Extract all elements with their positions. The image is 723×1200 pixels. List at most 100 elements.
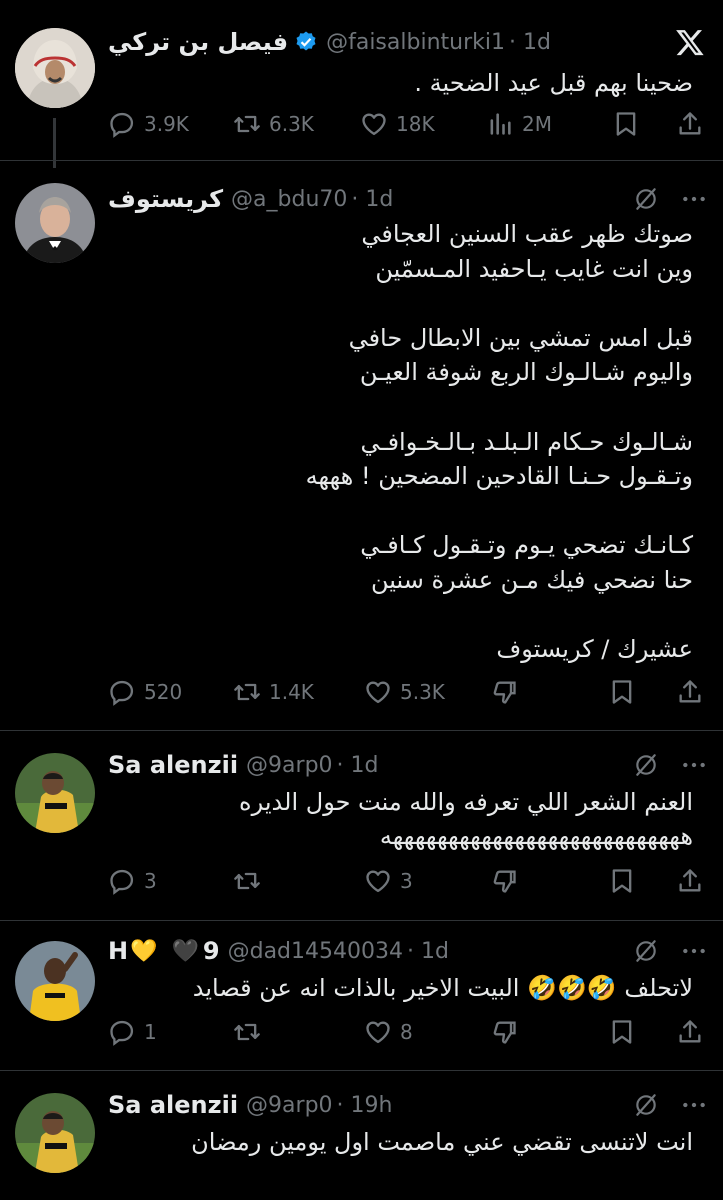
downvote-button[interactable] [490, 1018, 518, 1046]
like-count: 8 [400, 1020, 413, 1044]
avatar-player-image [15, 941, 95, 1021]
like-icon [360, 110, 388, 138]
avatar-portrait-image [15, 28, 95, 108]
avatar[interactable] [15, 941, 95, 1021]
downvote-icon [490, 1018, 518, 1046]
reply-tweet[interactable]: Sa alenzii @9arp0 · 1d العنم الشعر اللي … [0, 731, 723, 921]
author-handle[interactable]: @a_bdu70 [231, 187, 347, 212]
more-icon[interactable] [681, 186, 707, 212]
reply-button[interactable]: 520 [108, 678, 182, 706]
grok-icon[interactable] [633, 938, 659, 964]
author-name-suffix: 9 [202, 937, 220, 965]
like-button[interactable]: 18K [360, 110, 435, 138]
bookmark-button[interactable] [608, 867, 636, 895]
retweet-count: 1.4K [269, 680, 314, 704]
timestamp[interactable]: · 1d [407, 939, 449, 964]
black-heart-emoji: 🖤 [171, 938, 199, 964]
timestamp[interactable]: · 1d [337, 753, 379, 778]
retweet-icon [233, 110, 261, 138]
downvote-button[interactable] [490, 867, 518, 895]
share-icon [676, 1018, 704, 1046]
reply-icon [108, 678, 136, 706]
reply-tweet[interactable]: H 💛 🖤 9 @dad14540034 · 1d لاتحلف 🤣🤣🤣 الب… [0, 921, 723, 1071]
reply-count: 520 [144, 680, 183, 704]
share-button[interactable] [676, 110, 704, 138]
like-count: 3 [400, 869, 413, 893]
reply-button[interactable]: 3.9K [108, 110, 189, 138]
author-name[interactable]: Sa alenzii [108, 1091, 238, 1119]
reply-count: 3 [144, 869, 157, 893]
bookmark-button[interactable] [612, 110, 640, 138]
like-icon [364, 867, 392, 895]
retweet-count: 6.3K [269, 112, 314, 136]
retweet-button[interactable] [233, 1018, 261, 1046]
downvote-icon [490, 867, 518, 895]
downvote-button[interactable] [490, 678, 518, 706]
views-icon [486, 110, 514, 138]
retweet-icon [233, 1018, 261, 1046]
tweet-text: العنم الشعر اللي تعرفه والله منت حول الد… [239, 788, 693, 850]
grok-icon[interactable] [633, 1092, 659, 1118]
more-icon[interactable] [681, 752, 707, 778]
more-icon[interactable] [681, 1092, 707, 1118]
like-count: 5.3K [400, 680, 445, 704]
yellow-heart-emoji: 💛 [130, 938, 158, 964]
author-handle[interactable]: @9arp0 [246, 753, 333, 778]
share-icon [676, 678, 704, 706]
reply-icon [108, 110, 136, 138]
tweet-main[interactable]: فيصل بن تركي @faisalbinturki1 · 1d ضحينا… [0, 0, 723, 168]
bookmark-icon [608, 1018, 636, 1046]
views-count: 2M [522, 112, 552, 136]
views-button[interactable]: 2M [486, 110, 552, 138]
reply-icon [108, 1018, 136, 1046]
author-name[interactable]: Sa alenzii [108, 751, 238, 779]
avatar-portrait-image [15, 183, 95, 263]
reply-count: 3.9K [144, 112, 189, 136]
reply-count: 1 [144, 1020, 157, 1044]
reply-tweet[interactable]: Sa alenzii @9arp0 · 19h انت لاتنسى تقضي … [0, 1071, 723, 1200]
like-icon [364, 678, 392, 706]
share-button[interactable] [676, 1018, 704, 1046]
share-button[interactable] [676, 867, 704, 895]
tweet-text: انت لاتنسى تقضي عني ماصمت اول يومين رمضا… [191, 1128, 693, 1156]
like-button[interactable]: 3 [364, 867, 413, 895]
avatar[interactable] [15, 183, 95, 263]
author-handle[interactable]: @dad14540034 [228, 939, 403, 964]
bookmark-button[interactable] [608, 1018, 636, 1046]
avatar[interactable] [15, 1093, 95, 1173]
tweet-text: صوتك ظهر عقب السنين العجافي وين انت غايب… [305, 220, 693, 664]
timestamp[interactable]: · 1d [509, 30, 551, 55]
author-name[interactable]: H [108, 937, 128, 965]
tweet-text: ضحينا بهم قبل عيد الضحية . [414, 69, 693, 97]
share-icon [676, 110, 704, 138]
more-icon[interactable] [681, 938, 707, 964]
retweet-icon [233, 867, 261, 895]
avatar[interactable] [15, 753, 95, 833]
author-name[interactable]: كريستوف [108, 185, 223, 213]
bookmark-button[interactable] [608, 678, 636, 706]
share-icon [676, 867, 704, 895]
like-icon [364, 1018, 392, 1046]
downvote-icon [490, 678, 518, 706]
retweet-button[interactable]: 1.4K [233, 678, 314, 706]
timestamp[interactable]: · 1d [351, 187, 393, 212]
share-button[interactable] [676, 678, 704, 706]
avatar[interactable] [15, 28, 95, 108]
x-logo-icon[interactable] [675, 27, 705, 57]
retweet-button[interactable]: 6.3K [233, 110, 314, 138]
author-name[interactable]: فيصل بن تركي [108, 28, 288, 56]
like-button[interactable]: 5.3K [364, 678, 445, 706]
timestamp[interactable]: · 19h [337, 1093, 393, 1118]
grok-icon[interactable] [633, 186, 659, 212]
reply-button[interactable]: 1 [108, 1018, 157, 1046]
retweet-button[interactable] [233, 867, 261, 895]
verified-badge-icon [296, 31, 316, 51]
grok-icon[interactable] [633, 752, 659, 778]
author-handle[interactable]: @faisalbinturki1 [326, 30, 505, 55]
author-handle[interactable]: @9arp0 [246, 1093, 333, 1118]
reply-tweet[interactable]: كريستوف @a_bdu70 · 1d صوتك ظهر عقب السني… [0, 161, 723, 731]
like-button[interactable]: 8 [364, 1018, 413, 1046]
reply-button[interactable]: 3 [108, 867, 157, 895]
avatar-player-image [15, 753, 95, 833]
avatar-player-image [15, 1093, 95, 1173]
